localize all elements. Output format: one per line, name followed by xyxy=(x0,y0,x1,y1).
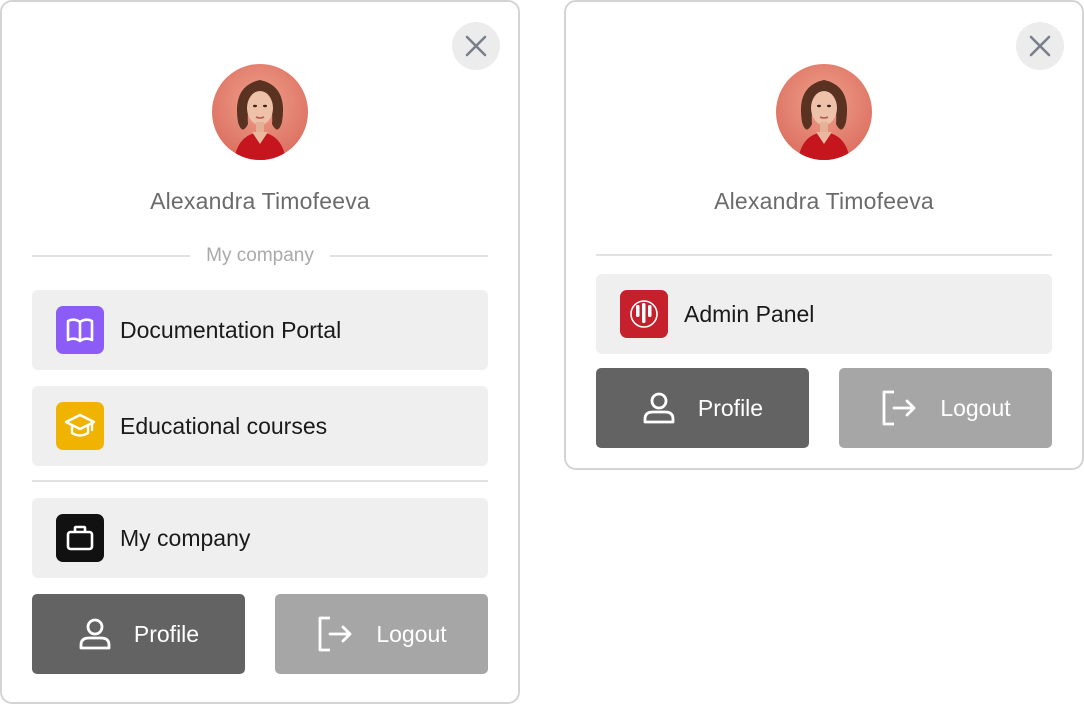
profile-button-label: Profile xyxy=(697,394,764,421)
menu-item-label: Educational courses xyxy=(120,412,328,439)
user-menu-card: Alexandra Timofeeva Admin Panel Profile xyxy=(564,0,1084,470)
close-icon xyxy=(465,35,487,57)
logout-button[interactable]: Logout xyxy=(275,594,488,674)
menu-item-label: Admin Panel xyxy=(684,300,815,327)
avatar xyxy=(776,64,872,160)
logout-icon xyxy=(880,389,918,427)
admin-logo-icon xyxy=(620,290,668,338)
logout-button[interactable]: Logout xyxy=(839,368,1052,448)
logout-button-label: Logout xyxy=(940,394,1011,421)
menu-item-documentation-portal[interactable]: Documentation Portal xyxy=(32,290,488,370)
menu-item-my-company[interactable]: My company xyxy=(32,498,488,578)
user-menu-card: Alexandra Timofeeva My company Documenta… xyxy=(0,0,520,704)
profile-button[interactable]: Profile xyxy=(596,368,809,448)
logout-button-label: Logout xyxy=(376,620,447,647)
menu-item-admin-panel[interactable]: Admin Panel xyxy=(596,274,1052,354)
close-button[interactable] xyxy=(452,22,500,70)
divider xyxy=(32,480,488,482)
logout-icon xyxy=(316,615,354,653)
close-icon xyxy=(1029,35,1051,57)
profile-button-label: Profile xyxy=(133,620,200,647)
divider xyxy=(596,254,1052,256)
user-icon xyxy=(78,617,112,651)
user-name: Alexandra Timofeeva xyxy=(714,188,934,214)
menu-item-educational-courses[interactable]: Educational courses xyxy=(32,386,488,466)
section-divider: My company xyxy=(32,242,489,270)
graduation-cap-icon xyxy=(56,402,104,450)
avatar xyxy=(212,64,308,160)
menu-item-label: Documentation Portal xyxy=(120,316,342,343)
user-name: Alexandra Timofeeva xyxy=(150,188,370,214)
menu-item-label: My company xyxy=(120,524,251,551)
book-icon xyxy=(56,306,104,354)
profile-button[interactable]: Profile xyxy=(32,594,245,674)
section-label: My company xyxy=(206,245,314,266)
user-icon xyxy=(642,391,676,425)
briefcase-icon xyxy=(56,514,104,562)
close-button[interactable] xyxy=(1016,22,1064,70)
